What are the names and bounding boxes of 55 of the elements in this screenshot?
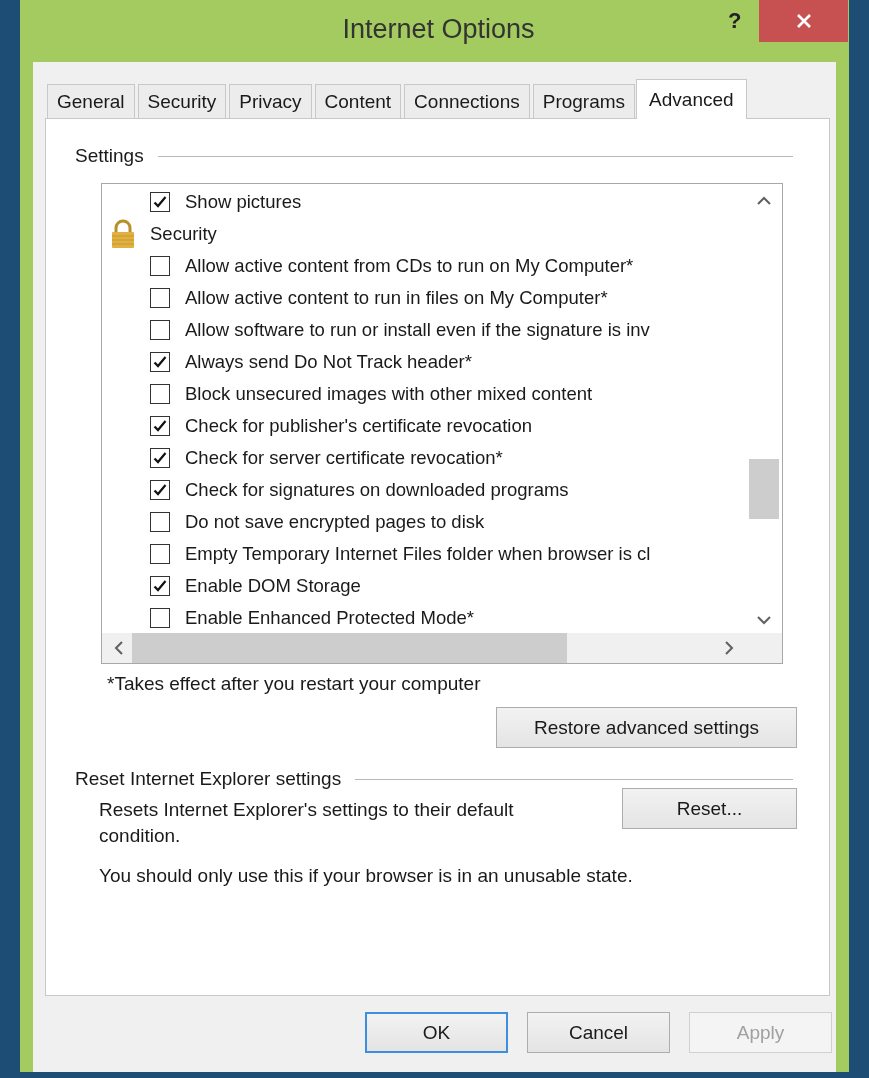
option-label[interactable]: Empty Temporary Internet Files folder when browser is cl	[185, 543, 651, 565]
tab[interactable]: Advanced	[636, 79, 747, 119]
checkbox[interactable]	[150, 256, 170, 276]
scroll-thumb[interactable]	[749, 459, 779, 519]
tab[interactable]: Content	[314, 84, 402, 118]
footnote-text: *Takes effect after you restart your computer	[107, 673, 482, 695]
checkbox[interactable]	[150, 288, 170, 308]
warning-text: You should only use this if your browser is in an unusable state.	[99, 865, 634, 887]
tab[interactable]: Programs	[532, 84, 636, 118]
group-label: Settings	[75, 145, 144, 167]
group-label: Reset Internet Explorer settings	[75, 768, 342, 790]
checkbox[interactable]	[150, 320, 170, 340]
scroll-left-icon[interactable]	[114, 641, 124, 655]
horizontal-scrollbar[interactable]	[102, 633, 746, 663]
option-label[interactable]: Check for server certificate revocation*	[185, 447, 503, 469]
scrollbar-corner	[746, 633, 782, 663]
description-text: Resets Internet Explorer's settings to their default condition.	[99, 798, 515, 848]
checkbox[interactable]	[150, 448, 170, 468]
checkbox[interactable]	[150, 384, 170, 404]
window-title: Internet Options	[342, 13, 535, 45]
option-label[interactable]: Enable DOM Storage	[185, 575, 361, 597]
option-label[interactable]: Always send Do Not Track header*	[185, 351, 472, 373]
checkbox[interactable]	[150, 544, 170, 564]
checkbox[interactable]	[150, 480, 170, 500]
checkbox[interactable]	[150, 416, 170, 436]
checkbox[interactable]	[150, 352, 170, 372]
category-label: Security	[150, 223, 217, 245]
checkbox[interactable]	[150, 192, 170, 212]
padlock-icon	[109, 219, 137, 249]
option-label[interactable]: Do not save encrypted pages to disk	[185, 511, 485, 533]
dialog-button[interactable]: OK	[365, 1012, 508, 1053]
tab[interactable]: Connections	[404, 84, 530, 118]
tab[interactable]: General	[47, 84, 135, 118]
tab[interactable]: Privacy	[229, 84, 312, 118]
restore-button[interactable]: Restore advanced settings	[496, 707, 797, 748]
option-label[interactable]: Allow active content to run in files on My Computer*	[185, 287, 608, 309]
close-icon[interactable]	[794, 12, 813, 30]
checkbox[interactable]	[150, 512, 170, 532]
option-label[interactable]: Block unsecured images with other mixed content	[185, 383, 593, 405]
checkbox[interactable]	[150, 576, 170, 596]
checkbox[interactable]	[150, 608, 170, 628]
scroll-thumb[interactable]	[132, 633, 567, 663]
option-label[interactable]: Allow software to run or install even if the signature is inv	[185, 319, 650, 341]
dialog-button[interactable]: Cancel	[527, 1012, 670, 1053]
option-label[interactable]: Show pictures	[185, 191, 302, 213]
scroll-down-icon[interactable]	[757, 615, 771, 625]
help-button[interactable]: ?	[722, 6, 748, 36]
option-label[interactable]: Check for publisher's certificate revocation	[185, 415, 532, 437]
reset-button[interactable]: Reset...	[622, 788, 797, 829]
option-label[interactable]: Check for signatures on downloaded programs	[185, 479, 569, 501]
scroll-up-icon[interactable]	[757, 196, 771, 206]
option-label[interactable]: Allow active content from CDs to run on My Computer*	[185, 255, 634, 277]
option-label[interactable]: Enable Enhanced Protected Mode*	[185, 607, 474, 629]
scroll-right-icon[interactable]	[724, 641, 734, 655]
tab[interactable]: Security	[137, 84, 227, 118]
